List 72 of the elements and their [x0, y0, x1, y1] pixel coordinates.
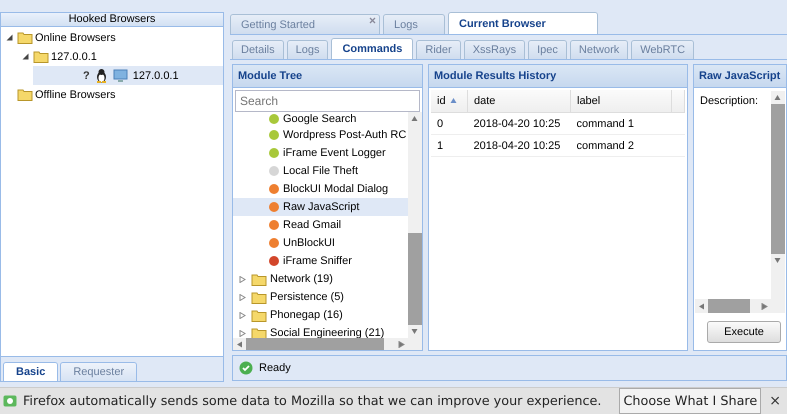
table-cell: command 1	[570, 112, 672, 134]
tree-item[interactable]: 127.0.0.1	[17, 47, 223, 66]
category-item[interactable]: Social Engineering (21)	[233, 324, 408, 338]
collapse-arrow-icon[interactable]	[6, 34, 12, 41]
penguin-icon	[94, 68, 108, 83]
panel-title: Module Results History	[429, 65, 687, 88]
monitor-icon	[112, 68, 128, 82]
unknown-browser-label: ?	[83, 70, 90, 82]
folder-icon	[33, 50, 49, 63]
table-cell: 2018-04-20 10:25	[468, 134, 570, 156]
search-field[interactable]: Search	[235, 90, 420, 112]
scroll-down-icon[interactable]	[774, 257, 781, 264]
scroll-up-icon[interactable]	[774, 94, 781, 101]
module-item[interactable]: Wordpress Post-Auth RC	[233, 126, 408, 144]
scroll-up-icon[interactable]	[411, 115, 418, 122]
execute-button[interactable]: Execute	[707, 321, 781, 343]
scrollbar[interactable]	[408, 112, 422, 338]
expand-arrow-icon[interactable]	[239, 294, 246, 300]
expand-arrow-icon[interactable]	[239, 330, 246, 336]
module-item[interactable]: Raw JavaScript	[233, 198, 408, 216]
close-icon[interactable]	[369, 17, 376, 24]
column-header[interactable]: date	[468, 90, 570, 112]
module-item[interactable]: BlockUI Modal Dialog	[233, 180, 408, 198]
check-icon	[239, 361, 253, 375]
module-item[interactable]: Google Search	[233, 112, 408, 126]
table-cell: 1	[431, 134, 468, 156]
scrollbar[interactable]	[695, 299, 785, 313]
tab[interactable]: Current Browser	[448, 12, 598, 34]
description-label: Description:	[699, 94, 760, 109]
folder-icon	[251, 272, 267, 286]
sort-arrow-icon[interactable]	[450, 97, 457, 104]
tree-item[interactable]: Offline Browsers	[1, 85, 223, 104]
folder-icon	[17, 88, 33, 101]
browser-row[interactable]: ? 127.0.0.1	[33, 66, 223, 85]
tree-item[interactable]: Online Browsers	[1, 28, 223, 47]
scroll-left-icon[interactable]	[236, 340, 243, 348]
panel-title: Raw JavaScript	[694, 65, 786, 88]
table-cell: 0	[431, 112, 468, 134]
column-header[interactable]: label	[570, 90, 672, 112]
tab[interactable]: Basic	[3, 362, 58, 381]
category-item[interactable]: Persistence (5)	[233, 288, 408, 306]
folder-icon	[251, 308, 267, 322]
close-button[interactable]: ×	[767, 393, 787, 409]
expand-arrow-icon[interactable]	[239, 276, 246, 282]
module-item[interactable]: iFrame Sniffer	[233, 252, 408, 270]
category-item[interactable]: Phonegap (16)	[233, 306, 408, 324]
browser-label: 127.0.0.1	[132, 70, 179, 82]
module-item[interactable]: Read Gmail	[233, 216, 408, 234]
panel-title: Module Tree	[233, 65, 422, 88]
folder-icon	[251, 290, 267, 304]
scroll-down-icon[interactable]	[411, 328, 418, 335]
table-cell: command 2	[570, 134, 672, 156]
scroll-right-icon[interactable]	[761, 302, 768, 310]
column-header[interactable]: id	[431, 90, 468, 112]
status-text: Ready	[259, 362, 291, 374]
expand-arrow-icon[interactable]	[239, 312, 246, 318]
module-item[interactable]: iFrame Event Logger	[233, 144, 408, 162]
tab[interactable]: Commands	[331, 38, 414, 59]
scrollbar[interactable]	[233, 338, 422, 350]
collapse-arrow-icon[interactable]	[22, 53, 28, 60]
table-cell: 2018-04-20 10:25	[468, 112, 570, 134]
module-item[interactable]: Local File Theft	[233, 162, 408, 180]
info-icon	[3, 395, 17, 407]
notification-text: Firefox automatically sends some data to Mozilla so that we can improve your experience.	[23, 394, 602, 408]
category-item[interactable]: Network (19)	[233, 270, 408, 288]
panel-title: Hooked Browsers	[1, 13, 223, 27]
scrollbar[interactable]	[771, 91, 785, 299]
share-button[interactable]: Choose What I Share	[619, 388, 762, 414]
module-item[interactable]: UnBlockUI	[233, 234, 408, 252]
scroll-left-icon[interactable]	[698, 302, 705, 310]
scroll-right-icon[interactable]	[398, 340, 405, 348]
folder-icon	[17, 31, 33, 44]
